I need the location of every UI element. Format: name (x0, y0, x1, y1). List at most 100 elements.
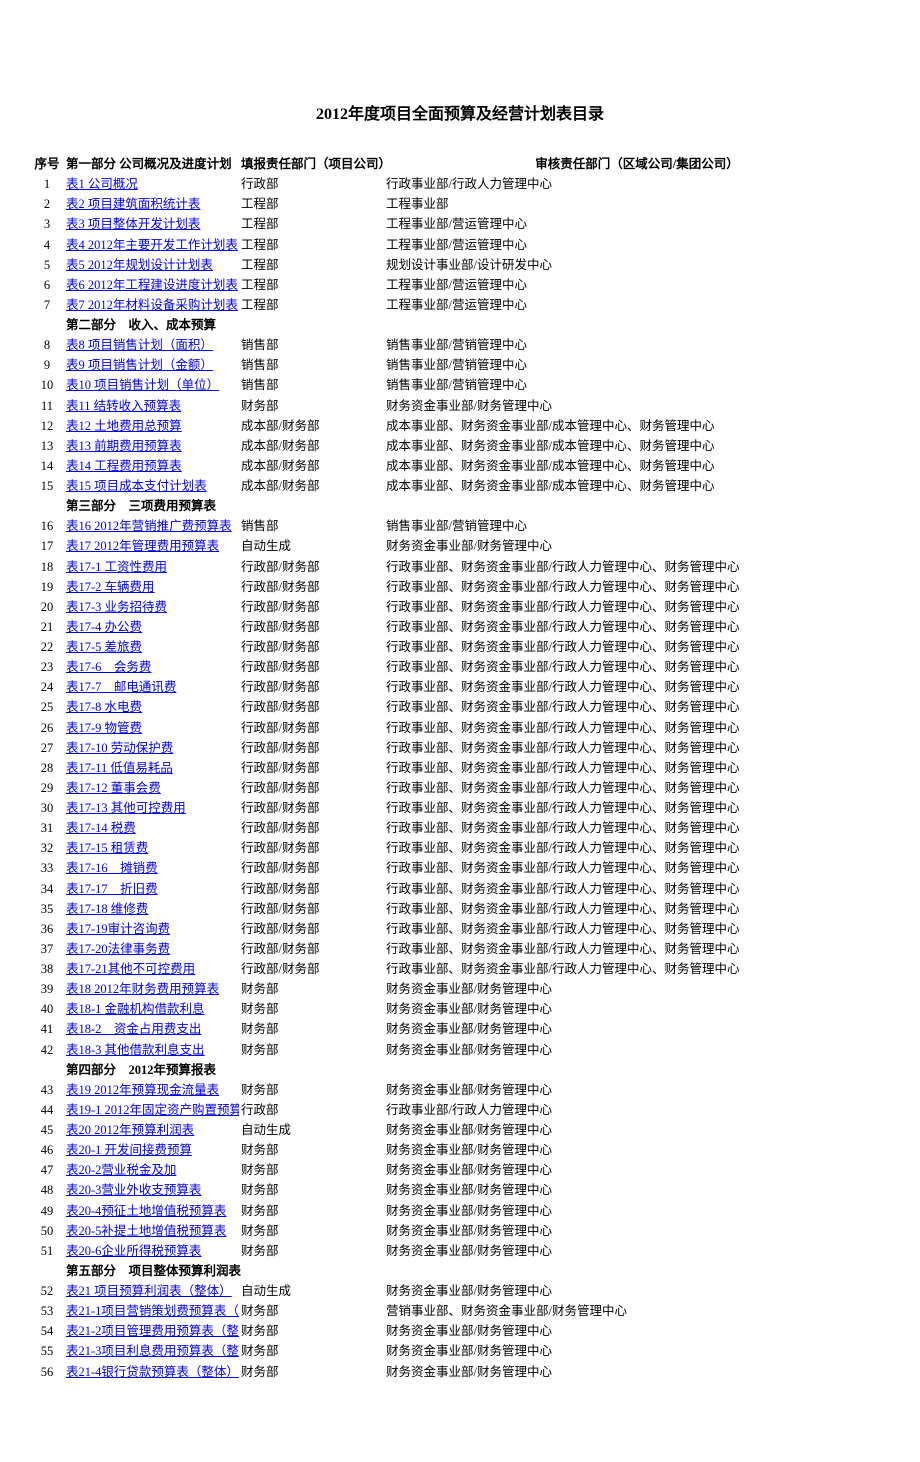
row-audit-dept: 行政事业部、财务资金事业部/行政人力管理中心、财务管理中心 (384, 697, 890, 717)
row-seq: 24 (30, 677, 64, 697)
row-seq: 51 (30, 1241, 64, 1261)
toc-link[interactable]: 表9 项目销售计划（金额） (66, 358, 213, 372)
row-name: 表8 项目销售计划（面积） (64, 335, 239, 355)
row-seq: 12 (30, 416, 64, 436)
toc-link[interactable]: 表17-12 董事会费 (66, 781, 161, 795)
row-seq: 21 (30, 617, 64, 637)
row-fill-dept: 财务部 (239, 1341, 384, 1361)
toc-link[interactable]: 表7 2012年材料设备采购计划表 (66, 298, 238, 312)
toc-link[interactable]: 表11 结转收入预算表 (66, 399, 181, 413)
row-fill-dept: 财务部 (239, 1241, 384, 1261)
toc-link[interactable]: 表17-13 其他可控费用 (66, 801, 186, 815)
table-row: 20表17-3 业务招待费行政部/财务部行政事业部、财务资金事业部/行政人力管理… (30, 597, 890, 617)
section-header: 第四部分 2012年预算报表 (64, 1060, 890, 1080)
toc-link[interactable]: 表17-3 业务招待费 (66, 600, 167, 614)
toc-link[interactable]: 表16 2012年营销推广费预算表 (66, 519, 232, 533)
toc-link[interactable]: 表6 2012年工程建设进度计划表 (66, 278, 238, 292)
toc-link[interactable]: 表17-2 车辆费用 (66, 580, 155, 594)
table-row: 14表14 工程费用预算表成本部/财务部成本事业部、财务资金事业部/成本管理中心… (30, 456, 890, 476)
row-name: 表17-8 水电费 (64, 697, 239, 717)
table-row: 46表20-1 开发间接费预算财务部财务资金事业部/财务管理中心 (30, 1140, 890, 1160)
toc-link[interactable]: 表20-3营业外收支预算表 (66, 1183, 201, 1197)
toc-link[interactable]: 表21-1项目营销策划费预算表（整 (66, 1304, 239, 1318)
row-audit-dept: 财务资金事业部/财务管理中心 (384, 999, 890, 1019)
toc-link[interactable]: 表12 土地费用总预算 (66, 419, 182, 433)
toc-link[interactable]: 表17-20法律事务费 (66, 942, 170, 956)
toc-link[interactable]: 表17 2012年管理费用预算表 (66, 539, 219, 553)
toc-link[interactable]: 表18 2012年财务费用预算表 (66, 982, 219, 996)
toc-link[interactable]: 表21-2项目管理费用预算表（整体 (66, 1324, 239, 1338)
toc-link[interactable]: 表18-3 其他借款利息支出 (66, 1043, 205, 1057)
toc-link[interactable]: 表21-3项目利息费用预算表（整体 (66, 1344, 239, 1358)
toc-link[interactable]: 表17-5 差旅费 (66, 640, 142, 654)
toc-link[interactable]: 表3 项目整体开发计划表 (66, 217, 200, 231)
toc-link[interactable]: 表8 项目销售计划（面积） (66, 338, 213, 352)
row-audit-dept: 成本事业部、财务资金事业部/成本管理中心、财务管理中心 (384, 436, 890, 456)
row-fill-dept: 行政部/财务部 (239, 738, 384, 758)
toc-link[interactable]: 表18-2 资金占用费支出 (66, 1022, 201, 1036)
toc-link[interactable]: 表10 项目销售计划（单位） (66, 378, 219, 392)
table-row: 31表17-14 税费行政部/财务部行政事业部、财务资金事业部/行政人力管理中心… (30, 818, 890, 838)
row-seq: 37 (30, 939, 64, 959)
toc-link[interactable]: 表17-11 低值易耗品 (66, 761, 173, 775)
toc-link[interactable]: 表5 2012年规划设计计划表 (66, 258, 213, 272)
toc-link[interactable]: 表4 2012年主要开发工作计划表 (66, 238, 238, 252)
toc-link[interactable]: 表19-1 2012年固定资产购置预算 (66, 1103, 239, 1117)
toc-link[interactable]: 表20-4预征土地增值税预算表 (66, 1204, 226, 1218)
row-fill-dept: 行政部/财务部 (239, 798, 384, 818)
row-name: 表17-20法律事务费 (64, 939, 239, 959)
table-row: 37表17-20法律事务费行政部/财务部行政事业部、财务资金事业部/行政人力管理… (30, 939, 890, 959)
toc-link[interactable]: 表17-16 摊销费 (66, 861, 158, 875)
toc-link[interactable]: 表19 2012年预算现金流量表 (66, 1083, 219, 1097)
toc-link[interactable]: 表17-14 税费 (66, 821, 136, 835)
toc-link[interactable]: 表17-19审计咨询费 (66, 922, 170, 936)
row-fill-dept: 销售部 (239, 355, 384, 375)
row-seq: 17 (30, 536, 64, 556)
toc-link[interactable]: 表17-6 会务费 (66, 660, 151, 674)
toc-link[interactable]: 表17-21其他不可控费用 (66, 962, 195, 976)
row-seq: 56 (30, 1362, 64, 1382)
toc-link[interactable]: 表17-4 办公费 (66, 620, 142, 634)
toc-link[interactable]: 表17-9 物管费 (66, 721, 142, 735)
toc-link[interactable]: 表17-7 邮电通讯费 (66, 680, 176, 694)
toc-link[interactable]: 表17-8 水电费 (66, 700, 142, 714)
row-name: 表13 前期费用预算表 (64, 436, 239, 456)
row-audit-dept: 行政事业部、财务资金事业部/行政人力管理中心、财务管理中心 (384, 597, 890, 617)
toc-link[interactable]: 表15 项目成本支付计划表 (66, 479, 207, 493)
toc-link[interactable]: 表2 项目建筑面积统计表 (66, 197, 200, 211)
row-fill-dept: 销售部 (239, 516, 384, 536)
row-name: 表7 2012年材料设备采购计划表 (64, 295, 239, 315)
toc-link[interactable]: 表17-18 维修费 (66, 902, 148, 916)
toc-link[interactable]: 表21-4银行贷款预算表（整体） (66, 1365, 239, 1379)
row-name: 表17-6 会务费 (64, 657, 239, 677)
row-name: 表20-4预征土地增值税预算表 (64, 1201, 239, 1221)
toc-link[interactable]: 表13 前期费用预算表 (66, 439, 182, 453)
toc-link[interactable]: 表17-1 工资性费用 (66, 560, 167, 574)
toc-link[interactable]: 表20-1 开发间接费预算 (66, 1143, 192, 1157)
row-fill-dept: 行政部/财务部 (239, 617, 384, 637)
toc-link[interactable]: 表20-5补提土地增值税预算表 (66, 1224, 226, 1238)
row-audit-dept: 行政事业部、财务资金事业部/行政人力管理中心、财务管理中心 (384, 879, 890, 899)
row-fill-dept: 行政部/财务部 (239, 557, 384, 577)
toc-link[interactable]: 表20-6企业所得税预算表 (66, 1244, 201, 1258)
toc-link[interactable]: 表17-15 租赁费 (66, 841, 148, 855)
toc-link[interactable]: 表21 项目预算利润表（整体） (66, 1284, 232, 1298)
toc-link[interactable]: 表17-10 劳动保护费 (66, 741, 173, 755)
row-name: 表21-2项目管理费用预算表（整体 (64, 1321, 239, 1341)
table-row: 9表9 项目销售计划（金额）销售部销售事业部/营销管理中心 (30, 355, 890, 375)
row-seq: 26 (30, 718, 64, 738)
table-row: 28表17-11 低值易耗品行政部/财务部行政事业部、财务资金事业部/行政人力管… (30, 758, 890, 778)
row-seq: 42 (30, 1040, 64, 1060)
toc-link[interactable]: 表17-17 折旧费 (66, 882, 158, 896)
row-seq: 23 (30, 657, 64, 677)
row-seq: 52 (30, 1281, 64, 1301)
row-fill-dept: 财务部 (239, 1321, 384, 1341)
row-seq: 41 (30, 1019, 64, 1039)
toc-link[interactable]: 表20-2营业税金及加 (66, 1163, 176, 1177)
table-row: 第五部分 项目整体预算利润表 (30, 1261, 890, 1281)
toc-link[interactable]: 表18-1 金融机构借款利息 (66, 1002, 205, 1016)
toc-link[interactable]: 表1 公司概况 (66, 177, 138, 191)
row-seq: 34 (30, 879, 64, 899)
toc-link[interactable]: 表20 2012年预算利润表 (66, 1123, 194, 1137)
toc-link[interactable]: 表14 工程费用预算表 (66, 459, 182, 473)
